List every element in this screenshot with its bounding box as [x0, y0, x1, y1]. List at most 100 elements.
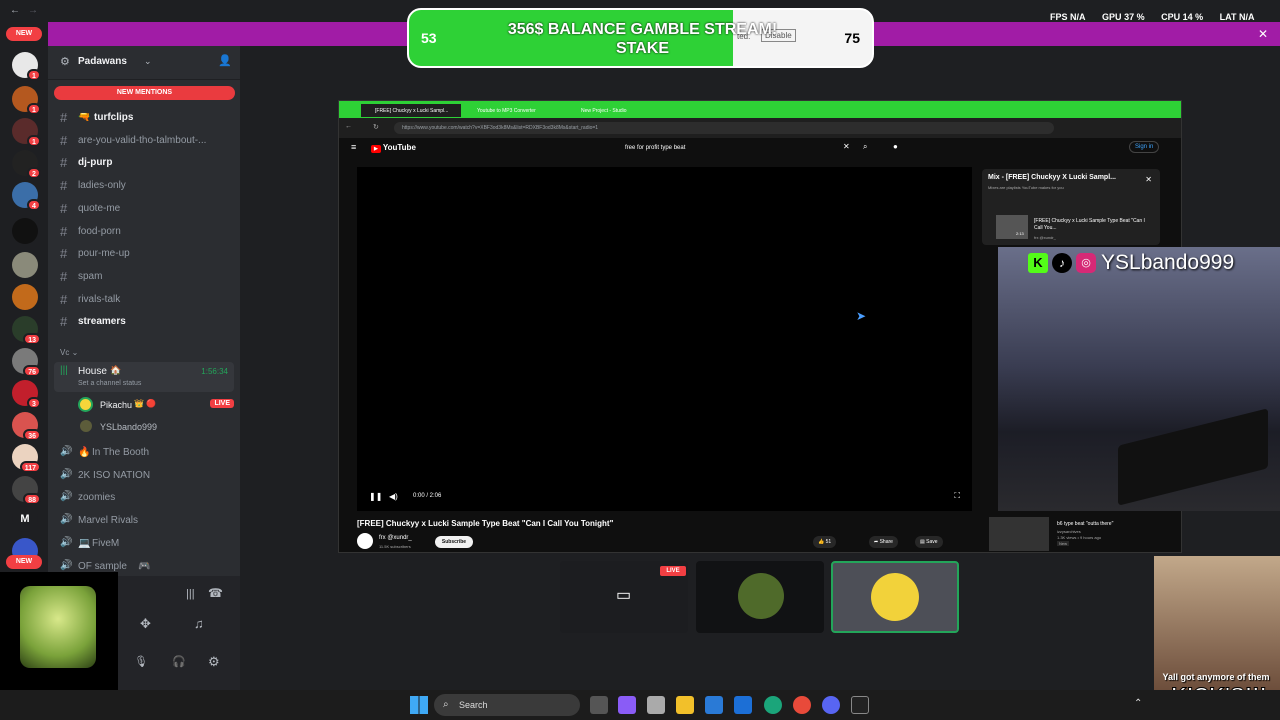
- microphone-icon[interactable]: 🎙: [134, 655, 148, 668]
- new-mentions-pill[interactable]: NEW MENTIONS: [54, 86, 235, 100]
- channel-item[interactable]: # quote-me: [56, 199, 236, 219]
- copilot-icon[interactable]: [618, 696, 636, 714]
- subscribe-button[interactable]: Subscribe: [435, 536, 473, 548]
- task-view-icon[interactable]: [590, 696, 608, 714]
- server-icon[interactable]: [12, 218, 38, 244]
- browser-tab[interactable]: Youtube to MP3 Converter: [463, 104, 563, 117]
- recommended-thumbnail[interactable]: [989, 517, 1049, 551]
- taskbar-search[interactable]: ⌕ Search: [434, 694, 580, 716]
- pause-icon[interactable]: ❚❚: [369, 492, 382, 501]
- mail-icon[interactable]: [734, 696, 752, 714]
- clear-icon[interactable]: ✕: [843, 142, 850, 151]
- channel-item[interactable]: # are-you-valid-tho-talmbout-...: [56, 131, 236, 151]
- channel-item[interactable]: # rivals-talk: [56, 290, 236, 310]
- server-icon[interactable]: 36: [12, 412, 41, 441]
- new-unread-pill[interactable]: NEW: [6, 555, 42, 569]
- youtube-search-input[interactable]: free for profit type beat: [615, 141, 857, 157]
- voice-channel-house[interactable]: ||| House 🏠 1:56:34 Set a channel status: [54, 362, 234, 392]
- browser-tab[interactable]: New Project - Studio: [567, 104, 667, 117]
- activities-icon[interactable]: ✥: [140, 616, 151, 632]
- speaker-icon: 🔊: [60, 514, 73, 526]
- channel-status-field[interactable]: Set a channel status: [78, 380, 141, 387]
- save-button[interactable]: ▤ Save: [915, 536, 943, 548]
- server-icon[interactable]: 1: [12, 86, 41, 115]
- add-member-icon[interactable]: 👤: [218, 54, 232, 67]
- voice-channel-item[interactable]: 🔊 🔥 In The Booth: [56, 443, 236, 463]
- server-icon[interactable]: 88: [12, 476, 41, 505]
- share-button[interactable]: ➦ Share: [869, 536, 898, 548]
- volume-icon[interactable]: ◀): [389, 492, 398, 501]
- channel-avatar[interactable]: [357, 533, 373, 549]
- mention-badge: 13: [23, 333, 41, 345]
- back-arrow-icon[interactable]: ←: [10, 5, 20, 16]
- server-icon[interactable]: 76: [12, 348, 41, 377]
- server-icon[interactable]: [12, 252, 38, 278]
- forward-arrow-icon[interactable]: →: [28, 5, 38, 16]
- voice-stats-icon[interactable]: |||: [186, 588, 195, 600]
- video-player[interactable]: ❚❚ ◀) 0:00 / 2:06 ⛶: [357, 167, 972, 511]
- chrome-icon[interactable]: [793, 696, 811, 714]
- recommended-title[interactable]: b6 type beat "outta there": [1057, 521, 1113, 527]
- discord-icon[interactable]: [822, 696, 840, 714]
- server-icon[interactable]: 1: [12, 52, 41, 81]
- menu-icon[interactable]: ≡: [351, 142, 356, 152]
- sign-in-button[interactable]: Sign in: [1129, 141, 1160, 153]
- server-icon[interactable]: 4: [12, 182, 41, 211]
- edge-icon[interactable]: [764, 696, 782, 714]
- server-icon[interactable]: 13: [12, 316, 41, 345]
- voice-channel-item[interactable]: 🔊 💻 FiveM: [56, 534, 236, 554]
- server-icon[interactable]: 117: [12, 444, 41, 473]
- like-button[interactable]: 👍 51: [813, 536, 837, 548]
- participant-tile[interactable]: [696, 561, 824, 633]
- soundboard-icon[interactable]: ♫: [194, 616, 204, 631]
- browser-tab[interactable]: [FREE] Chuckyy x Lucki Sampl...: [361, 104, 461, 117]
- reload-icon[interactable]: ↻: [373, 123, 379, 131]
- gear-icon[interactable]: ⚙: [208, 654, 220, 670]
- youtube-logo[interactable]: YouTube: [371, 143, 416, 153]
- tray-chevron-icon[interactable]: ⌃: [1134, 698, 1142, 709]
- server-header[interactable]: ⚙ Padawans ⌄ 👤: [48, 46, 240, 80]
- channel-label: food-porn: [78, 225, 121, 237]
- channel-item[interactable]: # streamers: [56, 312, 236, 332]
- epic-games-icon[interactable]: [851, 696, 869, 714]
- mix-item-title[interactable]: [FREE] Chuckyy x Lucki Sample Type Beat …: [1034, 218, 1149, 232]
- category-vc[interactable]: Vc ⌄: [60, 348, 78, 357]
- close-icon[interactable]: ✕: [1258, 27, 1268, 41]
- channel-item[interactable]: # dj-purp: [56, 153, 236, 173]
- voice-member[interactable]: Pikachu 👑 🔴 LIVE: [78, 396, 234, 414]
- server-icon[interactable]: [12, 284, 38, 310]
- store-icon[interactable]: [647, 696, 665, 714]
- channel-item[interactable]: # pour-me-up: [56, 244, 236, 264]
- instagram-icon: ◎: [1076, 253, 1096, 273]
- close-icon[interactable]: ✕: [1145, 175, 1152, 184]
- headphones-icon[interactable]: 🎧: [172, 655, 186, 668]
- voice-channel-item[interactable]: 🔊 zoomies: [56, 488, 236, 508]
- rec-channel: izzysarchives: [1057, 529, 1081, 534]
- file-explorer-icon[interactable]: [676, 696, 694, 714]
- windows-start-icon[interactable]: [410, 696, 428, 714]
- new-unread-pill[interactable]: NEW: [6, 27, 42, 41]
- voice-channel-item[interactable]: 🔊 2K ISO NATION: [56, 466, 236, 486]
- kick-icon: K: [1028, 253, 1048, 273]
- channel-item[interactable]: # spam: [56, 267, 236, 287]
- server-icon[interactable]: 1: [12, 118, 41, 147]
- channel-name[interactable]: frx @xundr_: [379, 535, 412, 541]
- fullscreen-icon[interactable]: ⛶: [954, 491, 960, 501]
- channel-item[interactable]: # ladies-only: [56, 176, 236, 196]
- channel-item[interactable]: # turfclips 🔫: [56, 108, 236, 128]
- photos-icon[interactable]: [705, 696, 723, 714]
- mic-icon[interactable]: ●: [893, 142, 898, 151]
- server-icon[interactable]: 2: [12, 150, 41, 179]
- server-icon[interactable]: 3: [12, 380, 41, 409]
- back-arrow-icon[interactable]: ←: [345, 123, 352, 130]
- disconnect-icon[interactable]: ☎: [208, 586, 223, 600]
- url-input[interactable]: https://www.youtube.com/watch?v=XBF3od3k…: [394, 122, 1054, 134]
- server-icon-m[interactable]: M: [12, 506, 38, 532]
- search-icon[interactable]: ⌕: [863, 142, 867, 152]
- webcam-overlay: K ♪ ◎ YSLbando999: [998, 247, 1280, 511]
- participant-tile-speaking[interactable]: [831, 561, 959, 633]
- voice-channel-item[interactable]: 🔊 Marvel Rivals: [56, 511, 236, 531]
- voice-member[interactable]: YSLbando999: [78, 418, 234, 436]
- channel-item[interactable]: # food-porn: [56, 222, 236, 242]
- youtube-header: ≡ YouTube free for profit type beat ✕ ⌕ …: [339, 138, 1181, 160]
